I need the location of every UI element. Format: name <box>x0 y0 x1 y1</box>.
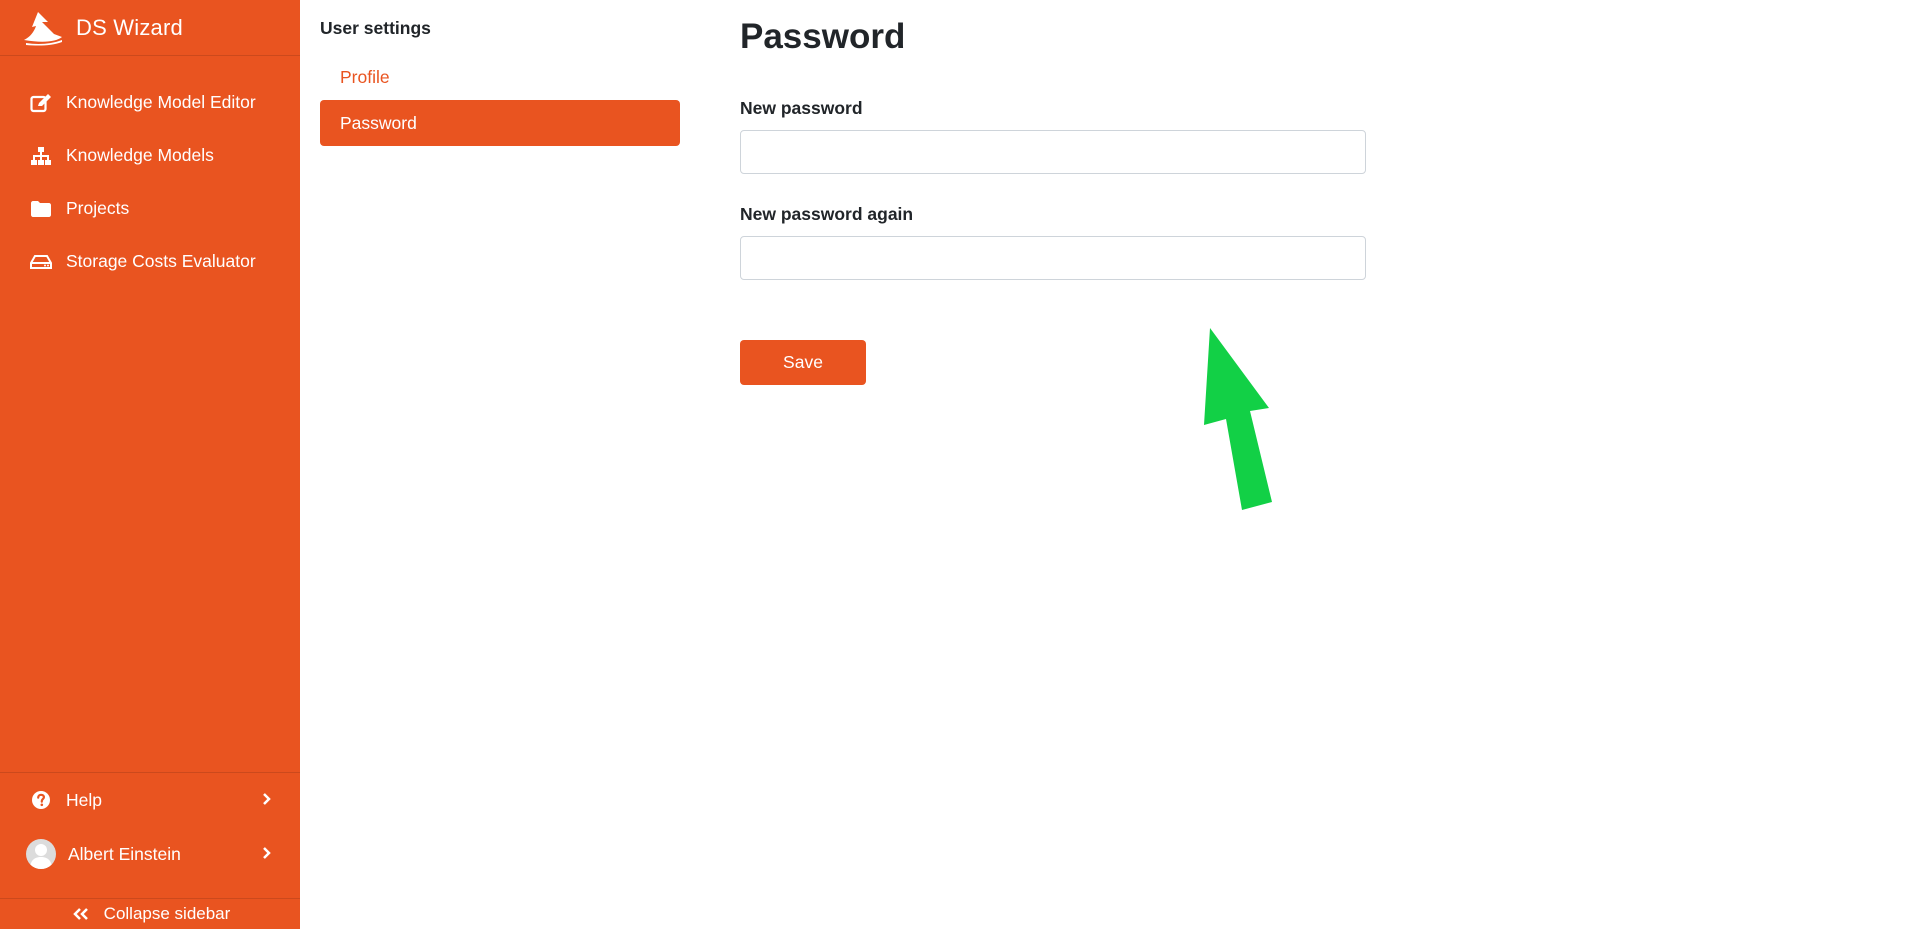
collapse-sidebar-label: Collapse sidebar <box>103 904 231 923</box>
new-password-again-input[interactable] <box>740 236 1366 280</box>
sidebar-item-knowledge-models[interactable]: Knowledge Models <box>0 129 300 182</box>
sidebar-item-storage-costs-evaluator[interactable]: Storage Costs Evaluator <box>0 235 300 288</box>
help-label: Help <box>66 789 102 810</box>
sidebar-item-label: Storage Costs Evaluator <box>66 251 256 271</box>
wizard-hat-logo-icon <box>24 11 62 46</box>
sitemap-icon <box>30 145 52 167</box>
collapse-sidebar-button[interactable]: Collapse sidebar <box>0 898 300 929</box>
user-settings-nav: User settings Profile Password <box>320 16 680 146</box>
sidebar: DS Wizard Knowledge Model Editor Knowled… <box>0 0 300 929</box>
double-chevron-left-icon <box>70 903 92 925</box>
settings-nav-title: User settings <box>320 18 431 38</box>
settings-link-password[interactable]: Password <box>320 100 680 146</box>
hard-drive-icon <box>30 251 52 273</box>
chevron-right-icon <box>262 844 272 865</box>
sidebar-item-knowledge-model-editor[interactable]: Knowledge Model Editor <box>0 76 300 129</box>
user-name: Albert Einstein <box>68 843 181 864</box>
avatar <box>26 839 56 869</box>
sidebar-item-label: Knowledge Models <box>66 145 214 165</box>
page-title: Password <box>740 17 906 56</box>
edit-icon <box>30 92 52 114</box>
sidebar-item-label: Projects <box>66 198 130 218</box>
new-password-label: New password <box>740 98 863 118</box>
green-arrow-annotation-icon <box>1204 328 1272 510</box>
folder-icon <box>30 198 52 220</box>
chevron-right-icon <box>262 790 272 811</box>
settings-link-profile[interactable]: Profile <box>320 54 680 100</box>
app-name: DS Wizard <box>76 14 183 40</box>
sidebar-item-projects[interactable]: Projects <box>0 182 300 235</box>
new-password-again-label: New password again <box>740 204 914 224</box>
question-circle-icon <box>30 789 52 811</box>
brand[interactable]: DS Wizard <box>0 0 300 56</box>
user-menu[interactable]: Albert Einstein <box>0 827 300 881</box>
sidebar-item-label: Knowledge Model Editor <box>66 92 256 112</box>
main-nav: Knowledge Model Editor Knowledge Models <box>0 56 300 288</box>
new-password-input[interactable] <box>740 130 1366 174</box>
help-menu[interactable]: Help <box>0 773 300 827</box>
sidebar-bottom: Help Albert Einstein <box>0 772 300 881</box>
save-button[interactable]: Save <box>740 340 866 385</box>
